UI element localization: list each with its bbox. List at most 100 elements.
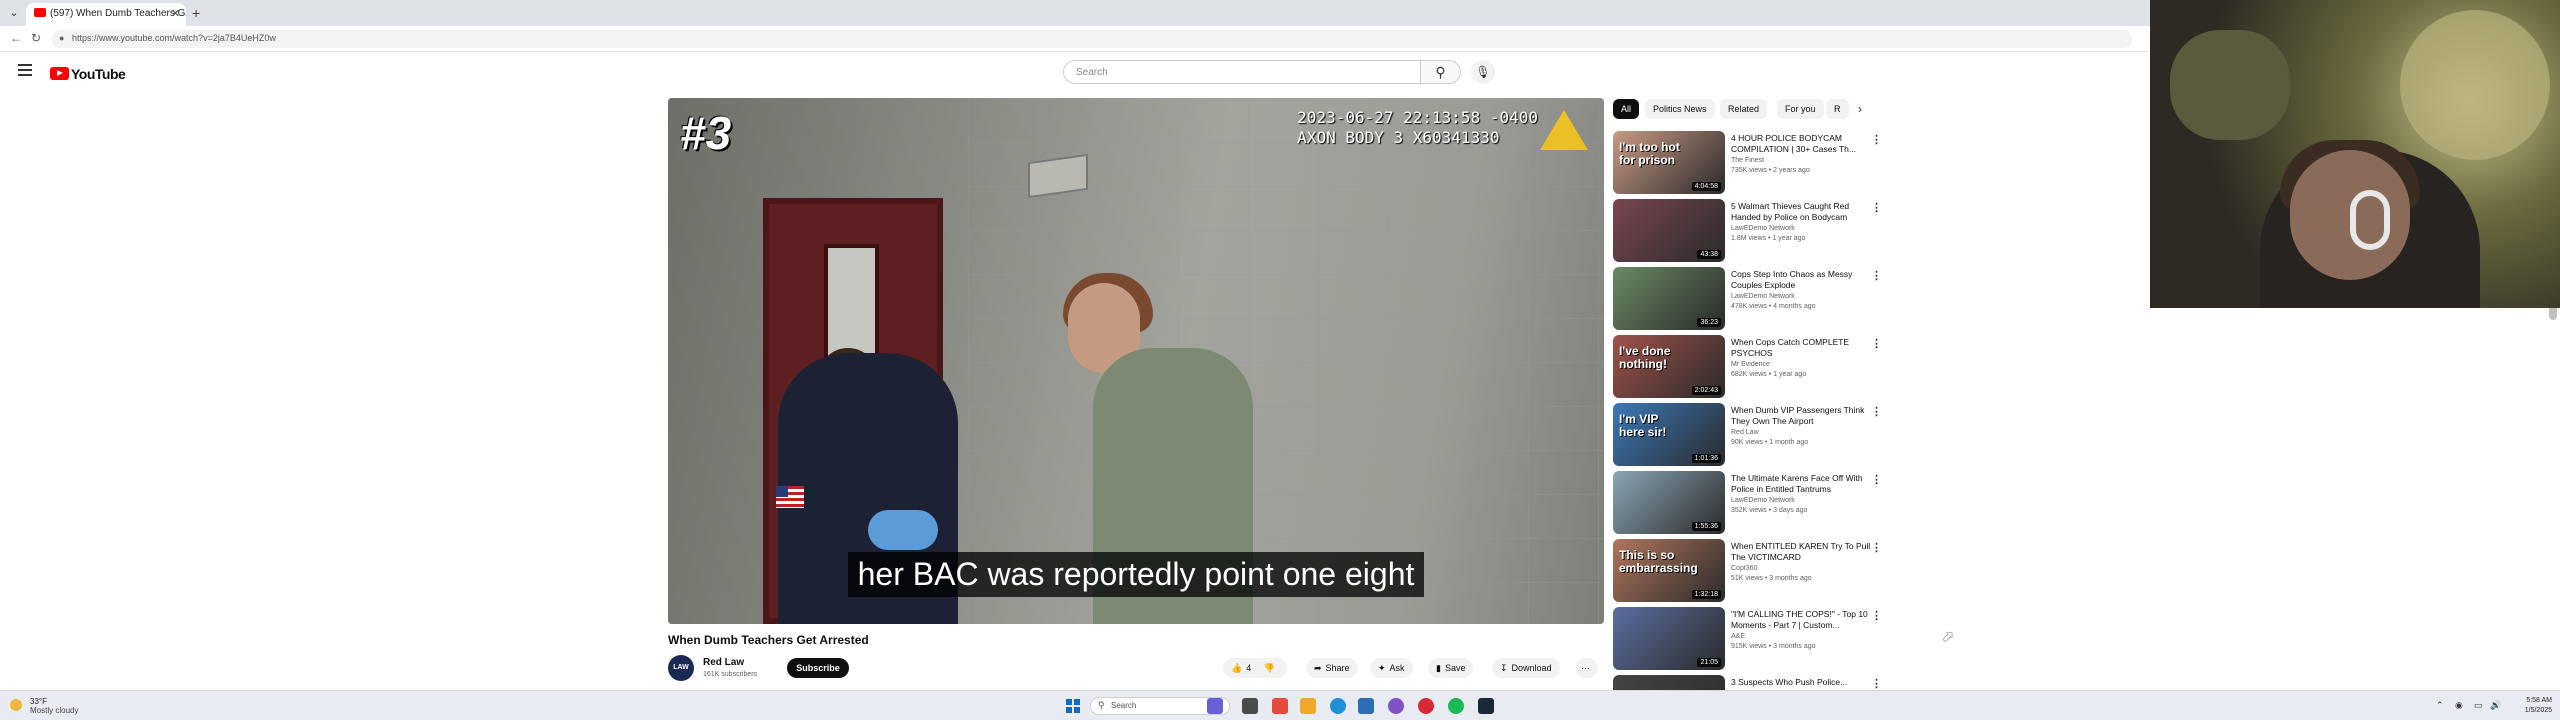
- recommendation-thumbnail[interactable]: 21:05: [1613, 607, 1725, 670]
- more-vert-icon[interactable]: ⋮: [1871, 473, 1882, 486]
- edge-icon[interactable]: [1330, 698, 1346, 714]
- more-vert-icon[interactable]: ⋮: [1871, 677, 1882, 690]
- chip-2[interactable]: Related: [1720, 99, 1768, 119]
- recommendation-channel[interactable]: The Finest: [1731, 157, 1764, 164]
- recommendation-channel[interactable]: Copt360: [1731, 565, 1757, 572]
- download-button[interactable]: ↧ Download: [1492, 658, 1560, 678]
- recommendation-item[interactable]: I've done nothing! 2:02:43 When Cops Catch…: [1613, 335, 1883, 401]
- more-vert-icon[interactable]: ⋮: [1871, 201, 1882, 214]
- youtube-logo[interactable]: YouTube: [50, 65, 126, 82]
- weather-icon: [10, 699, 22, 711]
- chrome-icon[interactable]: [1418, 698, 1434, 714]
- recommendation-thumbnail[interactable]: I've done nothing! 2:02:43: [1613, 335, 1725, 398]
- more-vert-icon[interactable]: ⋮: [1871, 337, 1882, 350]
- recommendation-title[interactable]: When ENTITLED KAREN Try To Pull The VICT…: [1731, 541, 1871, 563]
- lock-icon: ●: [59, 33, 65, 43]
- weather-widget[interactable]: 33°F Mostly cloudy: [10, 697, 78, 715]
- recommendation-channel[interactable]: Red Law: [1731, 429, 1759, 436]
- recommendation-thumbnail[interactable]: This is so embarrassing 1:32:18: [1613, 539, 1725, 602]
- network-icon[interactable]: ◉: [2455, 700, 2463, 711]
- dislike-icon[interactable]: 👎: [1264, 663, 1275, 673]
- recommendation-title[interactable]: When Cops Catch COMPLETE PSYCHOS: [1731, 337, 1871, 359]
- recommendation-title[interactable]: 3 Suspects Who Push Police...: [1731, 677, 1871, 688]
- widgets-icon[interactable]: [1207, 698, 1223, 714]
- recommendation-thumbnail[interactable]: I'm VIP here sir! 1:01:36: [1613, 403, 1725, 466]
- chip-1[interactable]: Politics News: [1645, 99, 1715, 119]
- more-vert-icon[interactable]: ⋮: [1871, 609, 1882, 622]
- reload-icon[interactable]: ↻: [31, 31, 41, 45]
- browser-tab[interactable]: (597) When Dumb Teachers G ✕: [26, 3, 186, 26]
- subscribe-button[interactable]: Subscribe: [787, 658, 849, 678]
- recommendation-item[interactable]: I'm too hot for prison 4:04:58 4 HOUR POLI…: [1613, 131, 1883, 197]
- flag-patch: [776, 486, 804, 508]
- tray-chevron-icon[interactable]: ⌃: [2436, 700, 2444, 711]
- clock-time: 5:58 AM: [2526, 697, 2552, 704]
- recommendation-channel[interactable]: LawEDemo Network: [1731, 225, 1795, 232]
- like-count[interactable]: 4: [1246, 663, 1251, 673]
- search-icon[interactable]: ⚲: [1421, 60, 1461, 84]
- recommendation-thumbnail[interactable]: 36:23: [1613, 267, 1725, 330]
- close-icon[interactable]: ✕: [171, 7, 180, 20]
- volume-icon[interactable]: 🔊: [2490, 700, 2501, 711]
- recommendation-thumbnail[interactable]: 43:38: [1613, 199, 1725, 262]
- recommendation-meta: 90K views • 1 month ago: [1731, 439, 1809, 446]
- thumbnail-text: I've done nothing!: [1619, 344, 1671, 371]
- more-actions-button[interactable]: ⋯: [1576, 658, 1598, 678]
- recommendation-title[interactable]: Cops Step Into Chaos as Messy Couples Ex…: [1731, 269, 1871, 291]
- recommendation-channel[interactable]: LawEDemo Network: [1731, 293, 1795, 300]
- recommendation-item[interactable]: 43:38 5 Walmart Thieves Caught Red Handed…: [1613, 199, 1883, 265]
- save-button[interactable]: ▮ Save: [1428, 658, 1474, 678]
- display-icon[interactable]: ▭: [2474, 700, 2483, 711]
- duration-badge: 1:01:36: [1691, 454, 1721, 463]
- recommendation-item[interactable]: 21:05 "I'M CALLING THE COPS!" - Top 10 Mo…: [1613, 607, 1883, 673]
- chip-3[interactable]: For you: [1777, 99, 1824, 119]
- recommendation-thumbnail[interactable]: 1:55:36: [1613, 471, 1725, 534]
- search-input[interactable]: Search: [1063, 60, 1421, 84]
- recommendation-thumbnail[interactable]: I'm too hot for prison 4:04:58: [1613, 131, 1725, 194]
- share-button[interactable]: ➦ Share: [1306, 658, 1358, 678]
- video-player[interactable]: #3 2023-06-27 22:13:58 -0400 AXON BODY 3…: [668, 98, 1604, 624]
- recommendation-title[interactable]: 4 HOUR POLICE BODYCAM COMPILATION | 30+ …: [1731, 133, 1871, 155]
- mic-icon[interactable]: 🎙: [1471, 60, 1495, 84]
- more-vert-icon[interactable]: ⋮: [1871, 133, 1882, 146]
- more-vert-icon[interactable]: ⋮: [1871, 541, 1882, 554]
- system-clock[interactable]: 5:58 AM 1/5/2025: [2510, 696, 2552, 716]
- more-vert-icon[interactable]: ⋮: [1871, 269, 1882, 282]
- store-icon[interactable]: [1358, 698, 1374, 714]
- channel-name[interactable]: Red Law: [703, 657, 744, 668]
- ask-button[interactable]: ✦ Ask: [1370, 658, 1413, 678]
- recommendation-title[interactable]: "I'M CALLING THE COPS!" - Top 10 Moments…: [1731, 609, 1871, 631]
- recommendation-item[interactable]: This is so embarrassing 1:32:18 When ENTIT…: [1613, 539, 1883, 605]
- address-bar[interactable]: ● https://www.youtube.com/watch?v=2ja7B4…: [52, 30, 2132, 48]
- back-icon[interactable]: ←: [10, 31, 22, 45]
- channel-avatar[interactable]: LAW: [668, 655, 694, 681]
- more-vert-icon[interactable]: ⋮: [1871, 405, 1882, 418]
- recommendation-item[interactable]: I'm VIP here sir! 1:01:36 When Dumb VIP Pa…: [1613, 403, 1883, 469]
- menu-icon[interactable]: [18, 64, 32, 76]
- app-icon[interactable]: [1272, 698, 1288, 714]
- recommendation-title[interactable]: When Dumb VIP Passengers Think They Own …: [1731, 405, 1871, 427]
- chip-4[interactable]: R: [1826, 99, 1849, 119]
- app-icon[interactable]: [1388, 698, 1404, 714]
- spotify-icon[interactable]: [1448, 698, 1464, 714]
- windows-start-icon[interactable]: [1066, 699, 1080, 713]
- clock-date: 1/5/2025: [2524, 707, 2552, 714]
- recommendation-channel[interactable]: A&E: [1731, 633, 1745, 640]
- file-explorer-icon[interactable]: [1300, 698, 1316, 714]
- tab-list-icon[interactable]: ⌄: [4, 4, 24, 22]
- task-view-icon[interactable]: [1242, 698, 1258, 714]
- mouse-cursor-icon: ⬈: [1942, 628, 1954, 644]
- like-icon[interactable]: 👍: [1231, 663, 1242, 673]
- recommendation-title[interactable]: 5 Walmart Thieves Caught Red Handed by P…: [1731, 201, 1871, 223]
- recommendation-channel[interactable]: Mr Evidence: [1731, 361, 1770, 368]
- chevron-right-icon[interactable]: ›: [1858, 102, 1862, 116]
- steam-icon[interactable]: [1478, 698, 1494, 714]
- new-tab-icon[interactable]: +: [192, 5, 200, 21]
- recommendation-item[interactable]: 36:23 Cops Step Into Chaos as Messy Coupl…: [1613, 267, 1883, 333]
- recommendation-meta: 915K views • 3 months ago: [1731, 643, 1816, 650]
- recommendation-channel[interactable]: LawEDemo Network: [1731, 497, 1795, 504]
- recommendation-item[interactable]: 1:55:36 The Ultimate Karens Face Off With…: [1613, 471, 1883, 537]
- chip-0[interactable]: All: [1613, 99, 1640, 119]
- recommendation-title[interactable]: The Ultimate Karens Face Off With Police…: [1731, 473, 1871, 495]
- bookmark-icon: ▮: [1436, 663, 1441, 673]
